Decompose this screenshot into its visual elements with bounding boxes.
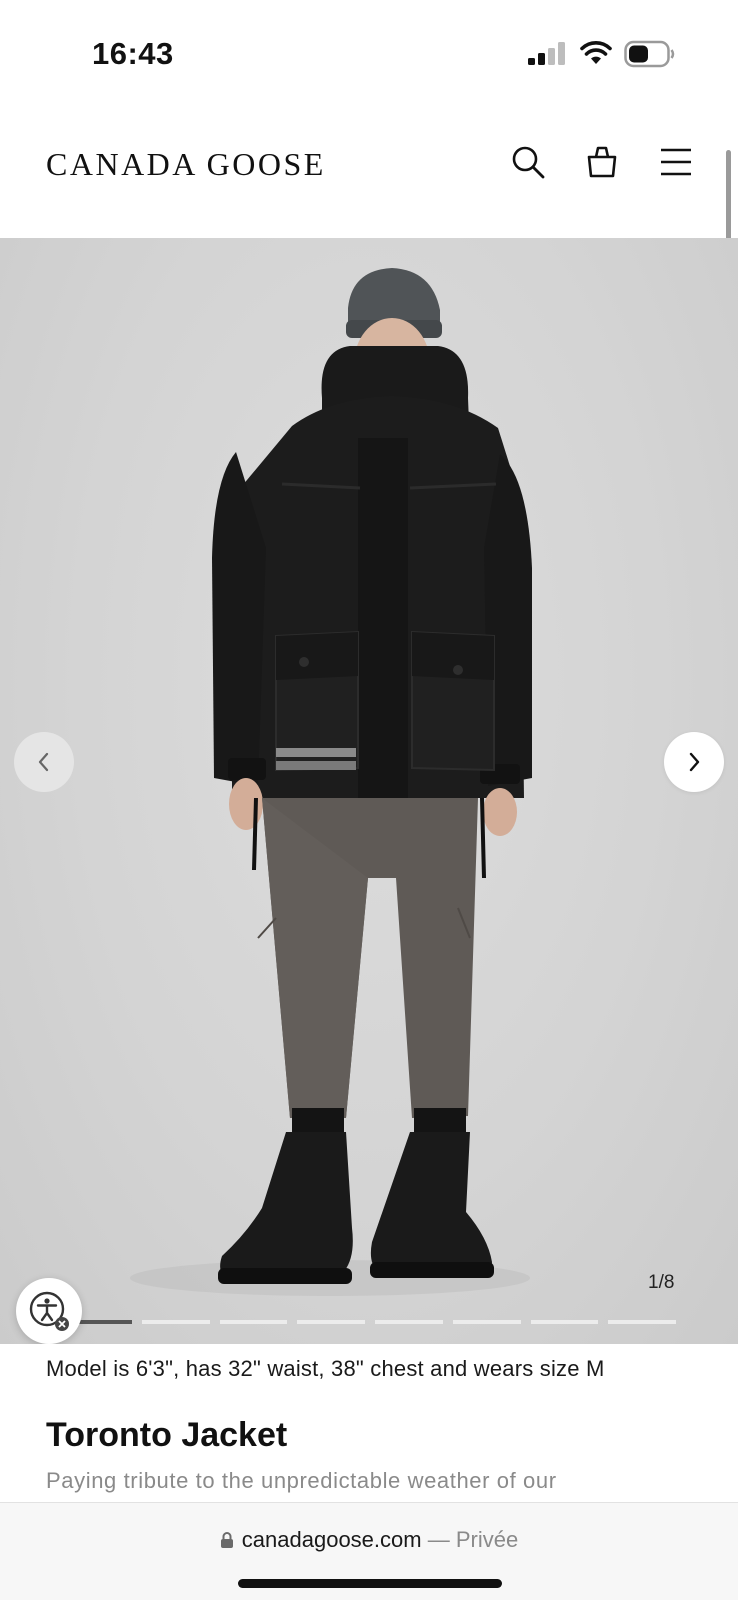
product-description: Paying tribute to the unpredictable weat…	[46, 1468, 557, 1493]
privacy-label: Privée	[455, 1527, 519, 1552]
progress-segment	[375, 1320, 443, 1324]
browser-address-bar: canadagoose.com — Privée	[0, 1502, 738, 1600]
wifi-icon	[580, 41, 612, 64]
accessibility-button[interactable]	[16, 1278, 82, 1344]
search-button[interactable]	[506, 140, 550, 184]
brand-logo[interactable]: CANADA GOOSE	[46, 146, 326, 183]
accessibility-icon	[29, 1291, 69, 1331]
cart-icon	[587, 146, 617, 178]
menu-button[interactable]	[654, 140, 698, 184]
signal-icon	[528, 42, 565, 65]
battery-icon	[624, 40, 675, 68]
next-image-button[interactable]	[664, 732, 724, 792]
progress-segment	[219, 1320, 288, 1324]
search-icon	[512, 146, 545, 179]
cart-button[interactable]	[580, 140, 624, 184]
previous-image-button[interactable]	[14, 732, 74, 792]
url-display[interactable]: canadagoose.com — Privée	[0, 1527, 738, 1553]
progress-segment	[452, 1320, 521, 1324]
slide-progress-indicator	[64, 1320, 676, 1324]
slide-counter: 1/8	[648, 1272, 675, 1293]
home-indicator[interactable]	[238, 1579, 502, 1588]
lock-icon	[220, 1532, 233, 1548]
progress-segment	[141, 1320, 210, 1324]
status-time: 16:43	[92, 36, 174, 71]
product-title: Toronto Jacket	[46, 1416, 288, 1454]
menu-icon	[661, 148, 691, 176]
progress-segment	[530, 1320, 599, 1324]
chevron-left-icon	[38, 752, 49, 772]
model-info: Model is 6'3", has 32" waist, 38" chest …	[46, 1356, 605, 1381]
site-header: CANADA GOOSE	[0, 110, 738, 238]
product-gallery[interactable]: 1/8	[0, 238, 738, 1344]
progress-segment	[297, 1320, 365, 1324]
url-separator: —	[427, 1527, 450, 1552]
chevron-right-icon	[689, 752, 700, 772]
progress-segment	[608, 1320, 676, 1324]
product-image	[130, 268, 532, 1296]
url-domain: canadagoose.com	[241, 1527, 422, 1552]
status-bar: 16:43	[0, 0, 738, 110]
